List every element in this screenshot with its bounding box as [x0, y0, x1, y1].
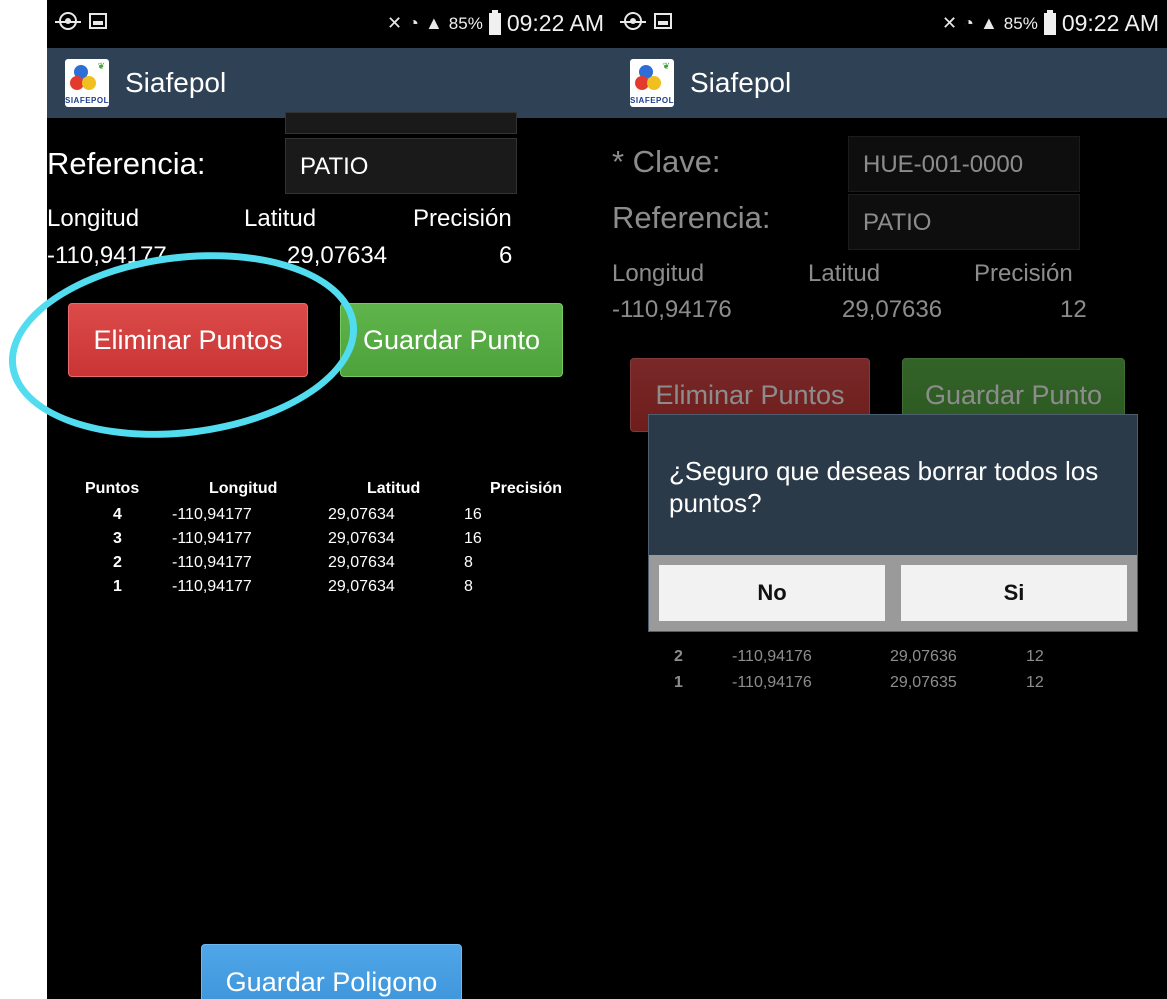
mute-icon: ✕: [386, 13, 403, 33]
table-cell: 29,07634: [328, 530, 395, 547]
table-cell: 29,07634: [328, 554, 395, 571]
app-title: Siafepol: [690, 67, 792, 98]
referencia-input[interactable]: PATIO: [285, 138, 517, 194]
table-cell: 3: [113, 530, 122, 547]
clock: 09:22 AM: [506, 10, 604, 36]
current-latitud: 29,07634: [287, 242, 388, 269]
table-cell: -110,94177: [172, 578, 252, 595]
battery-percent: 85%: [448, 13, 483, 33]
longitud-label: Longitud: [47, 205, 140, 232]
guardar-punto-button[interactable]: Guardar Punto: [340, 303, 563, 377]
table-cell: 1: [113, 578, 122, 595]
table-cell: 8: [464, 578, 473, 595]
table-cell: 4: [113, 506, 122, 523]
gps-icon: [620, 12, 646, 30]
table-cell: 16: [464, 530, 482, 547]
dialog-button-bar: No Si: [649, 555, 1137, 631]
table-cell: 8: [464, 554, 473, 571]
table-cell: 16: [464, 506, 482, 523]
no-button[interactable]: No: [659, 565, 885, 621]
precision-label: Precisión: [413, 205, 512, 232]
signal-icon: ▲: [424, 13, 443, 33]
table-cell: -110,94177: [172, 530, 252, 547]
app-logo[interactable]: ❦ SIAFEPOL: [630, 59, 674, 107]
status-bar: ✕ ◔ ▲ 85% 09:22 AM: [612, 0, 1167, 48]
status-bar: ✕ ◔ ▲ 85% 09:22 AM: [47, 0, 612, 48]
app-title: Siafepol: [125, 67, 227, 98]
clave-field-partial[interactable]: [285, 112, 517, 134]
app-bar: ❦ SIAFEPOL Siafepol: [47, 48, 612, 118]
wifi-icon: ◔: [408, 13, 419, 33]
table-header-puntos: Puntos: [85, 480, 140, 497]
table-cell: 29,07634: [328, 578, 395, 595]
table-header-precision: Precisión: [490, 480, 563, 497]
clock: 09:22 AM: [1061, 10, 1159, 36]
gallery-notification-icon: [89, 13, 107, 29]
si-button[interactable]: Si: [901, 565, 1127, 621]
current-precision: 6: [499, 242, 513, 269]
mute-icon: ✕: [941, 13, 958, 33]
guardar-poligono-button[interactable]: Guardar Poligono: [201, 944, 462, 999]
gps-icon: [55, 12, 81, 30]
table-cell: -110,94177: [172, 506, 252, 523]
battery-icon: [1043, 9, 1056, 35]
table-header-longitud: Longitud: [209, 480, 278, 497]
table-cell: 29,07634: [328, 506, 395, 523]
table-cell: -110,94177: [172, 554, 252, 571]
right-screen: ✕ ◔ ▲ 85% 09:22 AM ❦ SIAFEPOL Siafepol *…: [612, 0, 1167, 999]
confirm-dialog: ¿Seguro que deseas borrar todos los punt…: [648, 414, 1138, 632]
app-bar: ❦ SIAFEPOL Siafepol: [612, 48, 1167, 118]
wifi-icon: ◔: [963, 13, 974, 33]
battery-percent: 85%: [1003, 13, 1038, 33]
signal-icon: ▲: [979, 13, 998, 33]
table-cell: 2: [113, 554, 122, 571]
leaf-icon: ❦: [97, 61, 105, 71]
dialog-message: ¿Seguro que deseas borrar todos los punt…: [669, 456, 1099, 518]
left-screen: ✕ ◔ ▲ 85% 09:22 AM ❦ SIAFEPOL Siafepol R…: [47, 0, 612, 999]
table-header-latitud: Latitud: [367, 480, 421, 497]
latitud-label: Latitud: [244, 205, 317, 232]
referencia-label: Referencia:: [47, 146, 206, 181]
app-logo[interactable]: ❦ SIAFEPOL: [65, 59, 109, 107]
battery-icon: [488, 9, 501, 35]
gallery-notification-icon: [654, 13, 672, 29]
leaf-icon: ❦: [662, 61, 670, 71]
